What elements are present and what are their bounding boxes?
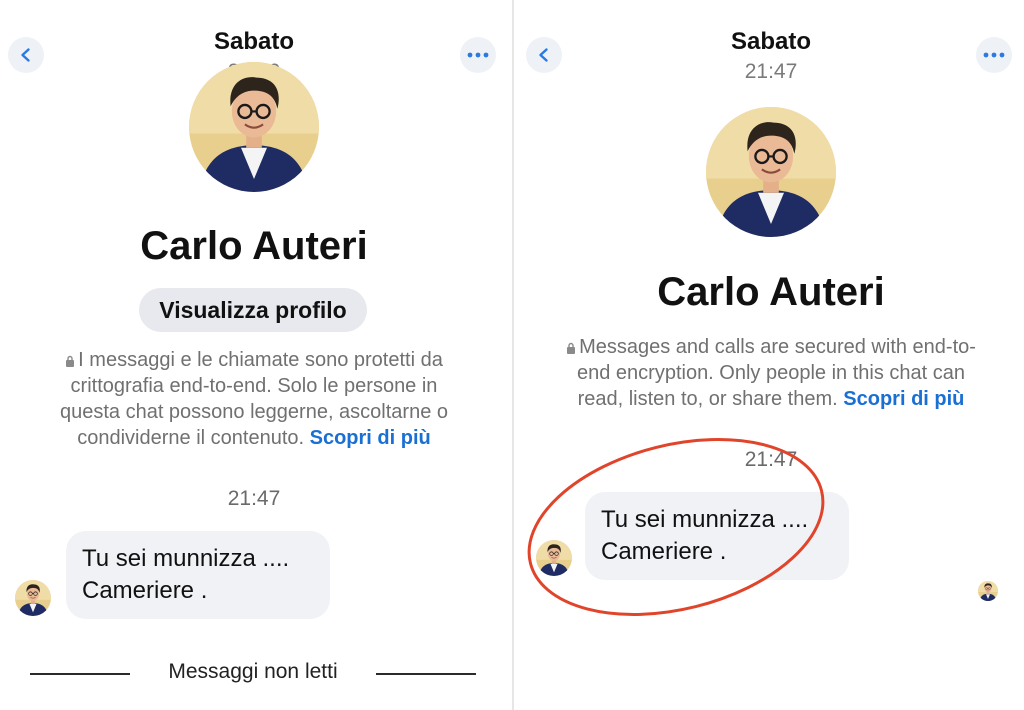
message-bubble[interactable]: Tu sei munnizza .... Cameriere . bbox=[66, 531, 330, 619]
encryption-line: Messages and calls are secured with end-… bbox=[579, 336, 976, 358]
contact-name: Carlo Auteri bbox=[657, 270, 885, 314]
read-receipt-avatar bbox=[978, 581, 998, 601]
message-timestamp: 21:47 bbox=[744, 448, 798, 471]
message-bubble[interactable]: Tu sei munnizza .... Cameriere . bbox=[585, 492, 849, 580]
more-horizontal-icon bbox=[983, 52, 1005, 58]
message-text: Tu sei munnizza .... bbox=[82, 545, 290, 572]
encryption-line: end encryption. Only people in this chat… bbox=[576, 362, 966, 384]
right-chat-screenshot: Sabato 21:47 Carlo Auteri Messages and c… bbox=[518, 0, 1024, 710]
contact-avatar[interactable] bbox=[706, 107, 836, 237]
message-text: Cameriere . bbox=[601, 538, 727, 565]
message-text: Cameriere . bbox=[82, 577, 208, 604]
encryption-line: condividerne il contenuto. bbox=[77, 427, 305, 449]
more-options-button[interactable] bbox=[460, 37, 496, 73]
contact-avatar[interactable] bbox=[189, 62, 319, 192]
panel-divider bbox=[512, 0, 514, 710]
message-timestamp: 21:47 bbox=[227, 487, 281, 510]
lock-icon bbox=[65, 355, 75, 367]
learn-more-link[interactable]: Scopri di più bbox=[843, 388, 964, 410]
header-day: Sabato bbox=[213, 28, 294, 55]
header-day: Sabato bbox=[730, 28, 811, 55]
unread-divider: Messaggi non letti bbox=[30, 660, 476, 688]
left-chat-screenshot: Sabato 21:50 Carlo Auteri Visualizza pro… bbox=[0, 0, 508, 710]
unread-label: Messaggi non letti bbox=[168, 660, 338, 683]
sender-avatar[interactable] bbox=[15, 580, 51, 616]
encryption-line: questa chat possono leggerne, ascoltarne… bbox=[59, 401, 449, 423]
divider-line bbox=[376, 673, 476, 675]
encryption-notice: I messaggi e le chiamate sono protetti d… bbox=[14, 347, 494, 451]
more-horizontal-icon bbox=[467, 52, 489, 58]
header-time: 21:47 bbox=[744, 60, 798, 83]
encryption-notice: Messages and calls are secured with end-… bbox=[526, 334, 1016, 412]
encryption-line: read, listen to, or share them. bbox=[577, 388, 838, 410]
encryption-line: I messaggi e le chiamate sono protetti d… bbox=[78, 349, 443, 371]
lock-icon bbox=[566, 342, 576, 354]
encryption-line: crittografia end-to-end. Solo le persone… bbox=[70, 375, 438, 397]
learn-more-link[interactable]: Scopri di più bbox=[310, 427, 431, 449]
contact-name: Carlo Auteri bbox=[140, 224, 368, 268]
more-options-button[interactable] bbox=[976, 37, 1012, 73]
message-text: Tu sei munnizza .... bbox=[601, 506, 809, 533]
sender-avatar[interactable] bbox=[536, 540, 572, 576]
view-profile-button[interactable]: Visualizza profilo bbox=[139, 288, 367, 332]
